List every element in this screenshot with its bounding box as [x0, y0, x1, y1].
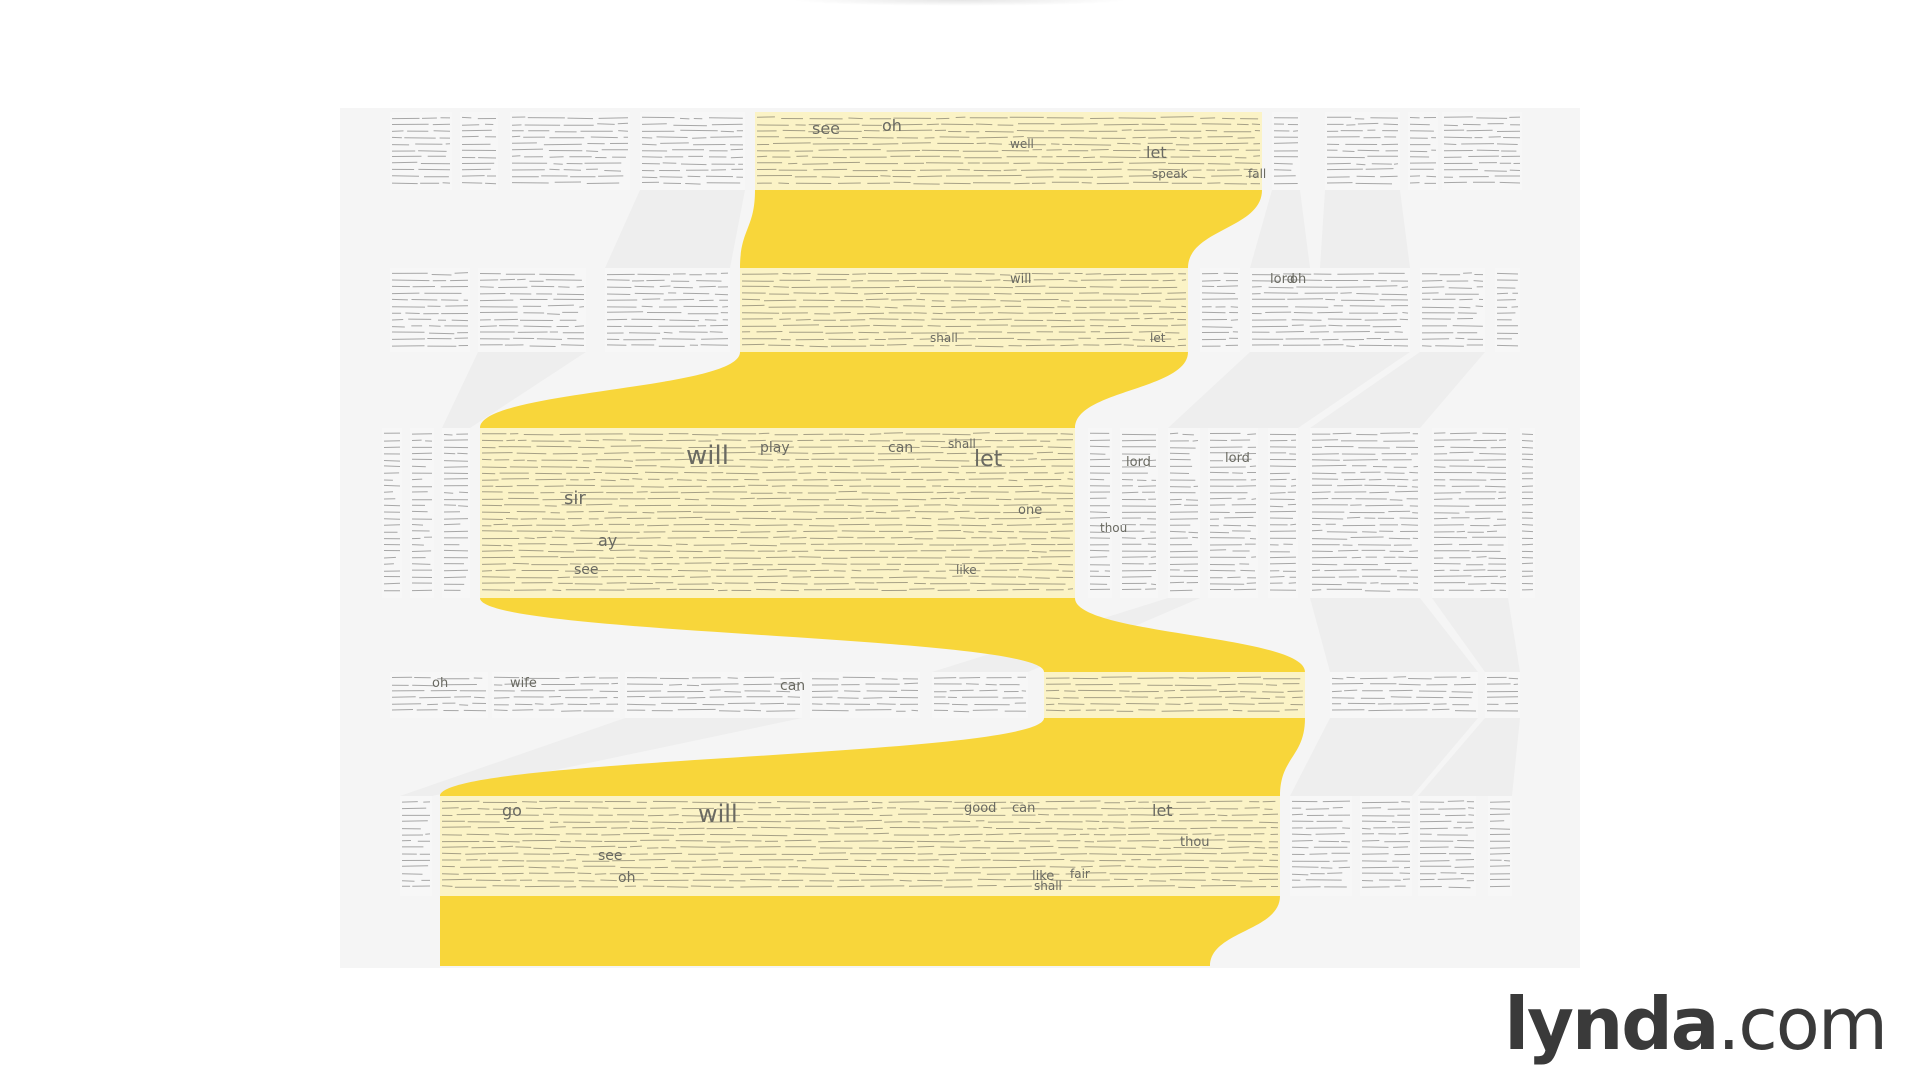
word-r5-7: oh — [618, 870, 635, 886]
word-r5-10: fair — [1070, 867, 1090, 881]
word-r4-1: oh — [432, 676, 448, 691]
word-r1-4: let — [1146, 143, 1167, 162]
text-block-r2-2 — [478, 268, 586, 352]
word-r5-8: thou — [1180, 835, 1210, 850]
word-r3-3: can — [888, 440, 913, 456]
word-r3-5: let — [974, 447, 1003, 472]
word-r2-4: shall — [930, 331, 958, 345]
word-r5-5: let — [1152, 801, 1173, 820]
text-block-r3-11 — [1520, 428, 1535, 598]
word-r5-4: can — [1012, 801, 1035, 816]
lynda-logo: lynda .com — [1504, 982, 1888, 1066]
word-r3-6: sir — [564, 488, 586, 509]
text-block-r3-5 — [1120, 428, 1158, 598]
word-r3-10: lord — [1225, 451, 1250, 466]
word-r3-2: play — [760, 440, 790, 456]
word-r3-12: like — [956, 563, 977, 577]
highlight-flow-5 — [440, 896, 1280, 966]
word-r5-3: good — [964, 801, 996, 816]
logo-tld: .com — [1717, 982, 1888, 1066]
word-r2-2: oh — [1290, 272, 1306, 287]
text-block-r5-5 — [1488, 796, 1512, 896]
word-r2-3: will — [1010, 272, 1031, 287]
word-r5-1: go — [502, 801, 522, 820]
word-r5-2: will — [698, 800, 738, 828]
text-block-r3-8 — [1268, 428, 1298, 598]
word-r5-11: shall — [1034, 879, 1062, 893]
word-r3-1: will — [686, 441, 729, 471]
word-r3-11: thou — [1100, 521, 1127, 535]
word-r2-5: let — [1150, 331, 1166, 345]
word-r4-2: wife — [510, 676, 537, 691]
word-r1-2: oh — [882, 116, 902, 135]
word-r1-1: see — [812, 119, 840, 138]
gray-flow-2 — [1320, 190, 1410, 268]
highlight-flow-1 — [740, 190, 1262, 268]
word-r3-9: lord — [1126, 455, 1151, 470]
word-r1-5: speak — [1152, 167, 1188, 181]
word-r3-8: see — [574, 562, 599, 578]
word-r1-6: fall — [1248, 167, 1266, 181]
word-flow-diagram: see ohwell letspeak falllordohwillshall letw… — [340, 108, 1580, 968]
word-r5-6: see — [598, 848, 623, 864]
word-r3-13: one — [1018, 503, 1042, 518]
word-r1-3: well — [1010, 137, 1034, 151]
text-block-r5-2 — [1290, 796, 1352, 896]
word-r3-4: shall — [948, 437, 976, 451]
word-r4-3: can — [780, 678, 805, 694]
logo-brand: lynda — [1504, 982, 1719, 1066]
word-r3-7: ay — [598, 531, 617, 550]
text-block-r1-2 — [460, 112, 498, 190]
